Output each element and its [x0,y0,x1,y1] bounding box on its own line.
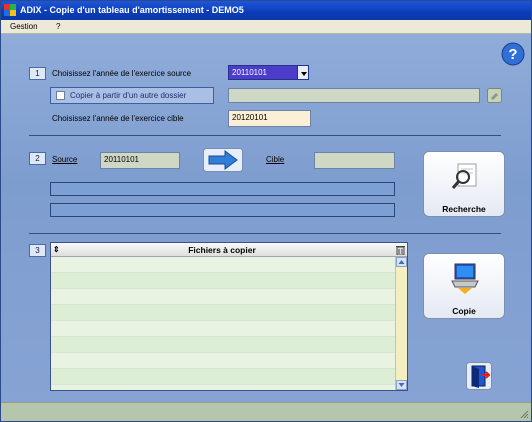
source-field[interactable]: 20110101 [100,152,180,169]
progress-bar-2 [50,203,395,217]
scroll-down-icon[interactable] [396,380,407,390]
table-row[interactable] [51,369,395,385]
step-2-button[interactable]: 2 [29,152,46,165]
progress-bar-1 [50,182,395,196]
menu-gestion[interactable]: Gestion [10,22,38,31]
scroll-up-icon[interactable] [396,257,407,267]
title-bar: ADIX - Copie d'un tableau d'amortissemen… [1,1,531,20]
step-3-button[interactable]: 3 [29,244,46,257]
svg-text:?: ? [508,46,517,63]
files-grid-scrollbar[interactable] [395,257,407,390]
folder-path-field[interactable] [228,88,480,103]
computer-copy-icon [451,263,479,294]
files-grid-header: ⇕ Fichiers à copier [51,243,407,257]
copy-other-folder-label: Copier à partir d'un autre dossier [70,91,187,100]
target-label: Cible [266,155,285,164]
files-grid[interactable]: ⇕ Fichiers à copier [50,242,408,391]
source-year-label: Choisissez l'année de l'exercice source [52,69,192,78]
search-button-label: Recherche [442,204,486,214]
table-row[interactable] [51,321,395,337]
client-area: ? 1 Choisissez l'année de l'exercice sou… [1,34,531,402]
app-icon [4,4,16,16]
step-1-button[interactable]: 1 [29,67,46,80]
status-bar [1,402,531,421]
separator-1 [29,135,501,136]
source-label: Source [52,155,78,164]
copy-other-folder-checkbox[interactable] [56,91,65,100]
arrow-right-icon[interactable] [203,148,243,172]
resize-grip-icon[interactable] [519,409,529,419]
source-year-combo[interactable]: 20110101 [228,65,298,80]
table-row[interactable] [51,257,395,273]
table-row[interactable] [51,353,395,369]
copy-button[interactable]: Copie [423,253,505,319]
target-field[interactable] [314,152,395,169]
folder-browse-icon[interactable] [487,88,502,103]
table-row[interactable] [51,273,395,289]
table-row[interactable] [51,337,395,353]
exit-door-icon[interactable] [466,362,492,390]
target-year-label: Choisissez l'année de l'exercice cible [52,114,184,123]
window-title: ADIX - Copie d'un tableau d'amortissemen… [20,5,244,15]
search-button[interactable]: Recherche [423,151,505,217]
chevron-down-icon[interactable] [297,65,309,80]
trash-icon[interactable] [396,245,405,255]
help-icon[interactable]: ? [501,42,525,66]
files-column-header[interactable]: Fichiers à copier [51,245,393,255]
magnifier-icon [451,163,477,189]
menu-help[interactable]: ? [56,22,60,31]
copy-button-label: Copie [452,306,476,316]
menu-bar: Gestion ? [1,20,531,34]
main-window: ADIX - Copie d'un tableau d'amortissemen… [0,0,532,422]
copy-other-folder-row[interactable]: Copier à partir d'un autre dossier [50,87,214,104]
separator-2 [29,233,501,234]
target-year-field[interactable]: 20120101 [228,110,311,127]
table-row[interactable] [51,305,395,321]
table-row[interactable] [51,289,395,305]
